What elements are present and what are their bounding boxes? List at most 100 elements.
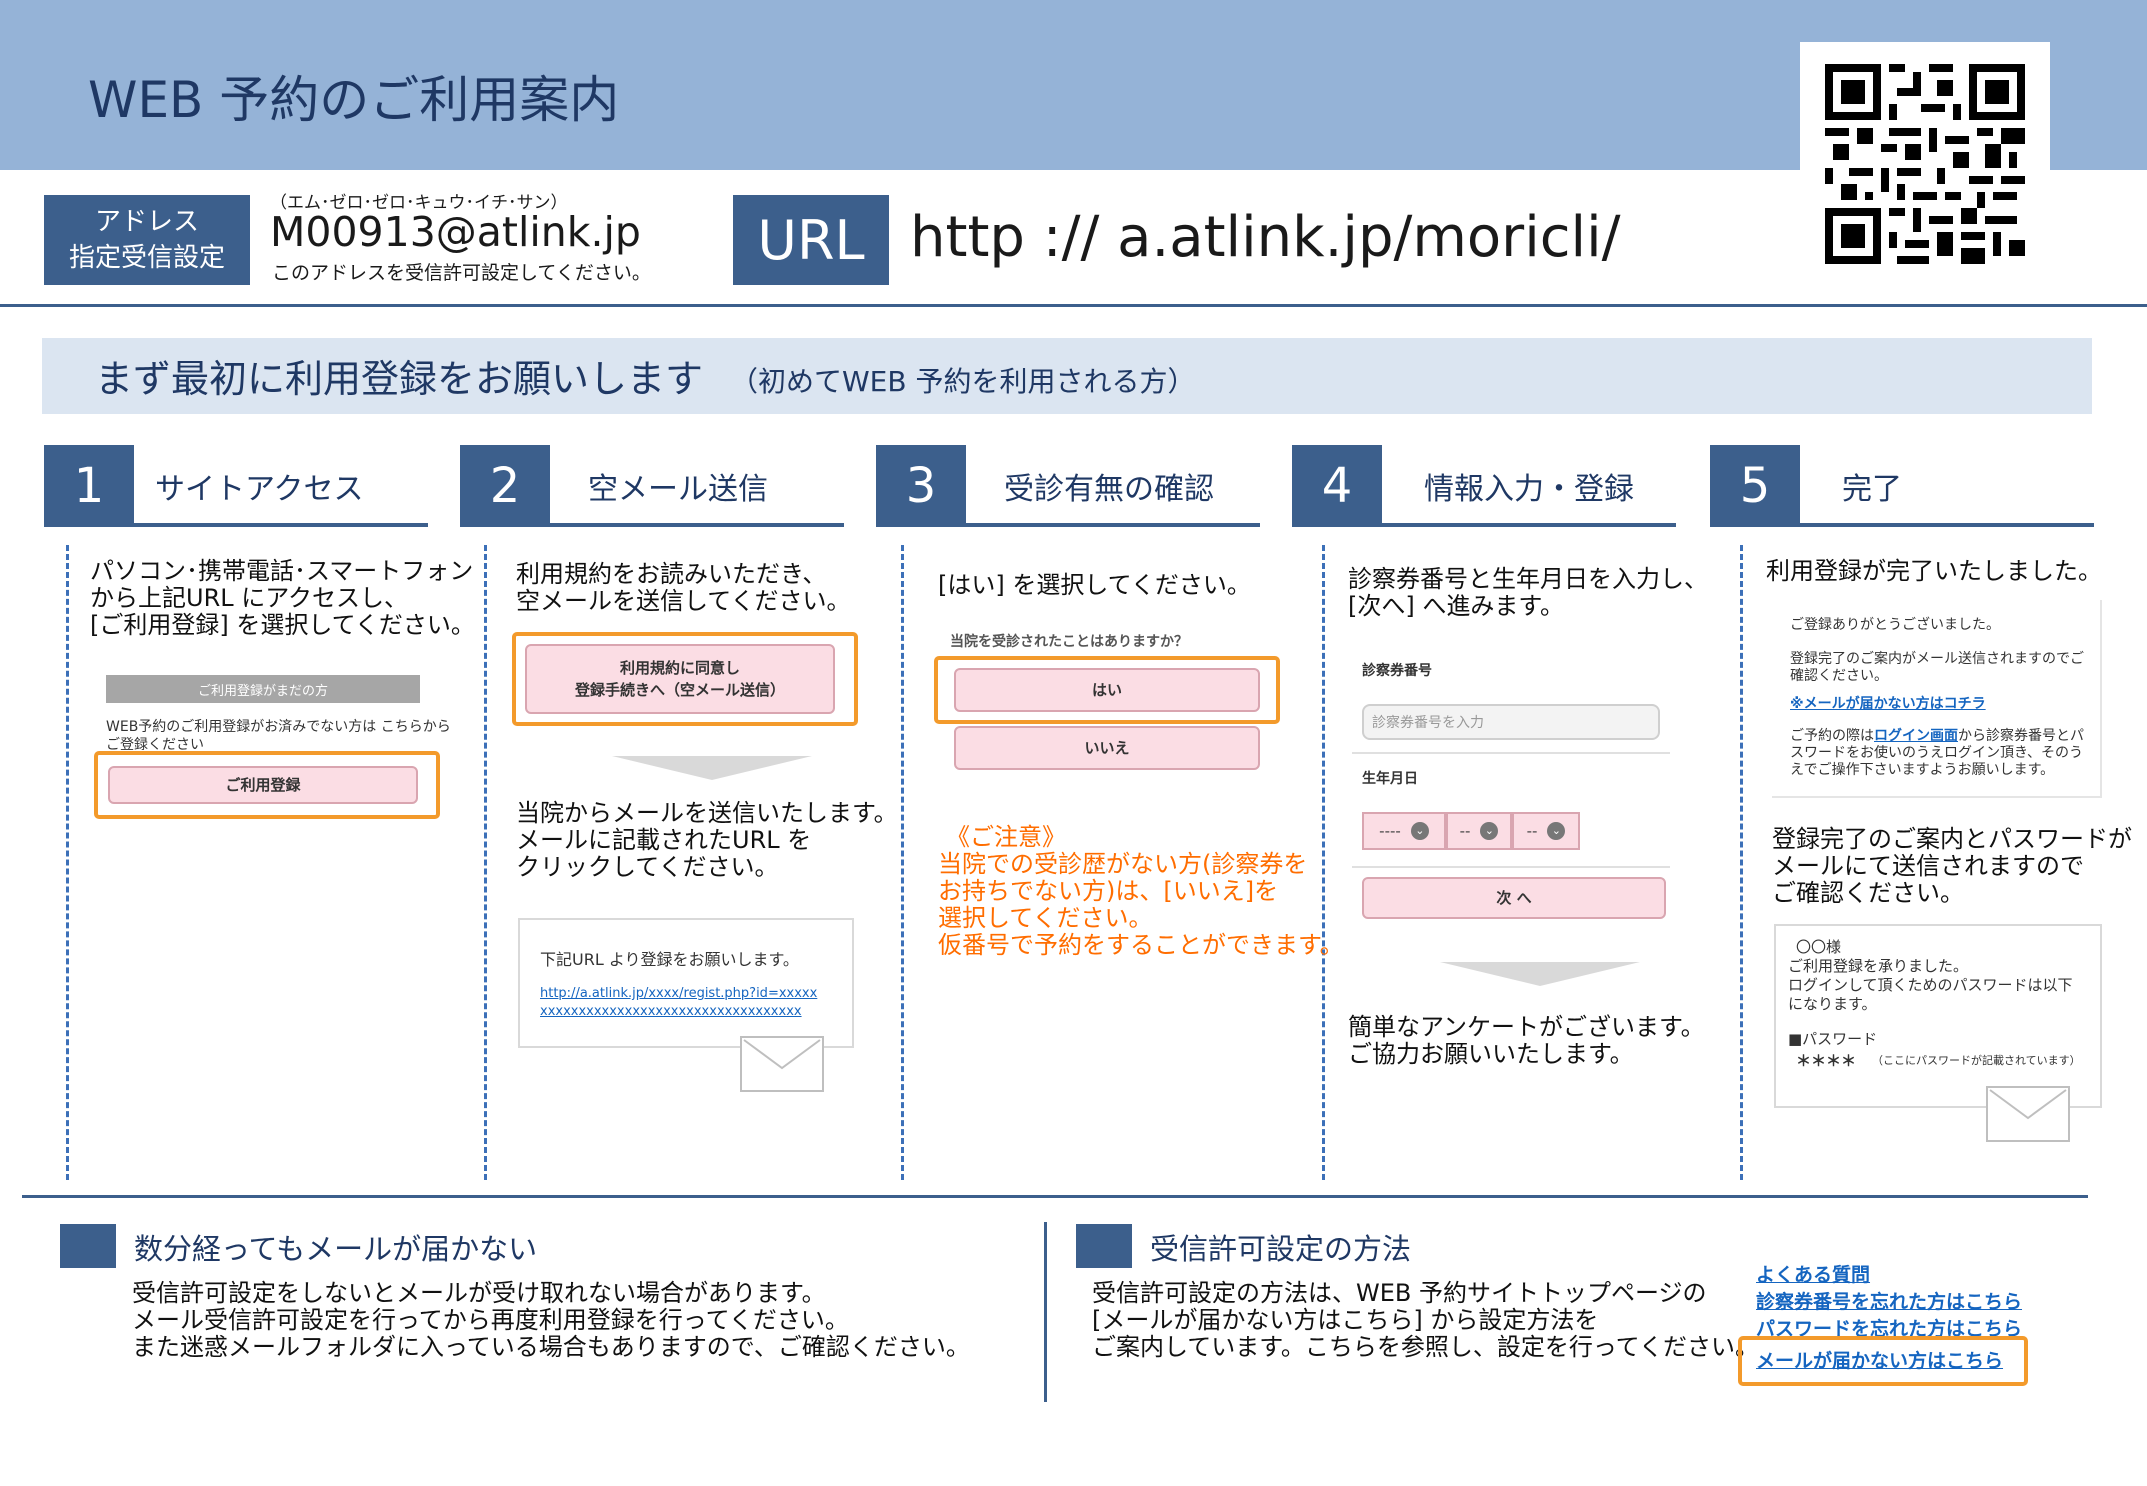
birth-year-value: ----	[1379, 822, 1401, 840]
step-5-text-line: ご確認ください。	[1772, 879, 1964, 907]
step-3-number: 3	[876, 445, 966, 527]
bottom-text-line: 受信許可設定の方法は、WEB 予約サイトトップページの	[1092, 1279, 1707, 1307]
bottom-divider	[1044, 1222, 1047, 1402]
birth-day-value: --	[1526, 822, 1538, 840]
mail-line: になります。	[1788, 995, 1877, 1013]
step-2-text-line: 当院からメールを送信いたします。	[516, 799, 898, 827]
step-1-text: パソコン･携帯電話･スマートフォン から上記URL にアクセスし、 [ご利用登録…	[90, 558, 475, 639]
step-4-number: 4	[1292, 445, 1382, 527]
step-2-title: 空メール送信	[588, 472, 768, 507]
caution-text: 当院での受診歴がない方(診察券を お持ちでない方)は、[いいえ]を 選択してくだ…	[938, 851, 1344, 959]
top-separator	[0, 304, 2147, 307]
step-divider	[484, 545, 487, 1180]
step-3-title: 受診有無の確認	[1004, 472, 1214, 507]
step-5-number: 5	[1710, 445, 1800, 527]
bottom-text-line: メール受信許可設定を行ってから再度利用登録を行ってください。	[132, 1306, 849, 1334]
card-number-label: 診察券番号	[1362, 663, 1432, 679]
yes-button[interactable]: はい	[954, 668, 1260, 712]
address-badge-line1: アドレス	[94, 207, 199, 237]
url-badge: URL	[733, 195, 889, 285]
caution-line: 仮番号で予約をすることができます。	[938, 931, 1344, 959]
birth-month-value: --	[1459, 822, 1471, 840]
birth-day-select[interactable]: -- ⌄	[1512, 812, 1580, 850]
step-1-text-line: パソコン･携帯電話･スマートフォン	[90, 557, 474, 585]
mock-register-text: WEB予約のご利用登録がお済みでない方は こちらから	[106, 719, 451, 735]
down-arrow-icon	[1440, 962, 1640, 986]
caution-line: 当院での受診歴がない方(診察券を	[938, 850, 1308, 878]
step-4-text: 診察券番号と生年月日を入力し、 [次へ] へ進みます。	[1348, 566, 1708, 620]
step-4-title: 情報入力・登録	[1424, 472, 1634, 507]
receive-permission-title: 受信許可設定の方法	[1150, 1232, 1412, 1266]
mail-text: 下記URL より登録をお願いします。	[540, 950, 799, 969]
mail-not-arriving-link[interactable]: メールが届かない方はこちら	[1756, 1346, 2003, 1373]
step-5-title: 完了	[1842, 472, 1902, 507]
address-badge: アドレス 指定受信設定	[44, 195, 250, 285]
no-button[interactable]: いいえ	[954, 726, 1260, 770]
mail-link[interactable]: http://a.atlink.jp/xxxx/regist.php?id=xx…	[540, 986, 817, 1001]
banner-sub-text: （初めてWEB 予約を利用される方）	[730, 365, 1196, 398]
password-mask: ＊＊＊＊	[1796, 1052, 1857, 1070]
step-divider	[1740, 545, 1743, 1180]
form-divider	[1352, 866, 1670, 868]
step-divider	[901, 545, 904, 1180]
step-4-text-line: ご協力お願いいたします。	[1348, 1040, 1634, 1068]
mail-not-arriving-text: 受信許可設定をしないとメールが受け取れない場合があります。 メール受信許可設定を…	[132, 1280, 970, 1361]
faq-link[interactable]: よくある質問	[1756, 1260, 1870, 1287]
step-2-underline	[550, 523, 844, 527]
step-1-title: サイトアクセス	[155, 472, 364, 507]
step-2-text-line: クリックしてください。	[516, 853, 779, 881]
banner-main-text: まず最初に利用登録をお願いします	[95, 357, 704, 401]
chevron-down-icon: ⌄	[1480, 822, 1499, 840]
card-line: えでご操作下さいますようお願いします。	[1790, 762, 2055, 778]
step-1-text-line: から上記URL にアクセスし、	[90, 584, 409, 612]
caution-line: お持ちでない方)は、[いいえ]を	[938, 877, 1279, 905]
visit-question: 当院を受診されたことはありますか？	[950, 634, 1188, 650]
step-1-number: 1	[44, 445, 134, 527]
mail-line: ご利用登録を承りました。	[1788, 957, 1969, 975]
mail-preview	[518, 918, 854, 1048]
step-5-text-line: 登録完了のご案内とパスワードが	[1772, 825, 2132, 853]
forgot-card-number-link[interactable]: 診察券番号を忘れた方はこちら	[1756, 1287, 2022, 1314]
step-4-underline	[1382, 523, 1676, 527]
birth-year-select[interactable]: ---- ⌄	[1362, 812, 1446, 850]
receive-permission-text: 受信許可設定の方法は、WEB 予約サイトトップページの [メールが届かない方はこ…	[1092, 1280, 1759, 1361]
next-button[interactable]: 次 へ	[1362, 877, 1666, 919]
mail-not-arrived-link[interactable]: ※メールが届かない方はコチラ	[1790, 693, 1986, 713]
card-number-input[interactable]: 診察券番号を入力	[1362, 704, 1660, 740]
step-5-text-line: メールにて送信されますので	[1772, 852, 2084, 880]
button-line: 利用規約に同意し	[619, 659, 740, 677]
step-1-text-line: [ご利用登録] を選択してください。	[90, 611, 475, 639]
qr-code-icon	[1800, 42, 2050, 282]
step-3-text: [はい] を選択してください。	[938, 571, 1251, 599]
birth-month-select[interactable]: -- ⌄	[1446, 812, 1512, 850]
step-divider	[66, 545, 69, 1180]
address-email: M00913@atlink.jp	[270, 208, 641, 256]
chevron-down-icon: ⌄	[1547, 822, 1566, 840]
step-5-underline	[1800, 523, 2094, 527]
mail-line: ログインして頂くためのパスワードは以下	[1788, 976, 2073, 994]
step-4-text-line: 簡単なアンケートがございます。	[1348, 1013, 1705, 1041]
step-5-text-2: 登録完了のご案内とパスワードが メールにて送信されますので ご確認ください。	[1772, 826, 2132, 907]
bottom-text-line: 受信許可設定をしないとメールが受け取れない場合があります。	[132, 1279, 826, 1307]
envelope-icon	[740, 1036, 824, 1092]
bottom-text-line: また迷惑メールフォルダに入っている場合もありますので、ご確認ください。	[132, 1333, 970, 1361]
step-2-text-line: 空メールを送信してください。	[516, 587, 851, 615]
url-text[interactable]: http :// a.atlink.jp/moricli/	[910, 205, 1621, 270]
agree-send-empty-mail-button[interactable]: 利用規約に同意し 登録手続きへ（空メール送信）	[525, 644, 835, 714]
section-badge	[60, 1224, 116, 1268]
step-5-text: 利用登録が完了いたしました。	[1766, 557, 2102, 585]
register-button[interactable]: ご利用登録	[108, 766, 418, 804]
card-line: ご登録ありがとうございました。	[1790, 617, 2000, 633]
step-2-text: 利用規約をお読みいただき、 空メールを送信してください。	[516, 561, 851, 615]
mail-link[interactable]: xxxxxxxxxxxxxxxxxxxxxxxxxxxxxxxxxx	[540, 1004, 802, 1019]
bottom-separator	[22, 1195, 2088, 1198]
card-line: 確認ください。	[1790, 668, 1888, 684]
envelope-icon	[1986, 1086, 2070, 1142]
step-2-text-2: 当院からメールを送信いたします。 メールに記載されたURL を クリックしてくだ…	[516, 800, 898, 881]
mail-not-arriving-title: 数分経ってもメールが届かない	[134, 1232, 538, 1266]
step-2-text-line: メールに記載されたURL を	[516, 826, 812, 854]
page-title: WEB 予約のご利用案内	[88, 71, 620, 129]
step-2-text-line: 利用規約をお読みいただき、	[516, 560, 827, 588]
mail-line: ■パスワード	[1788, 1030, 1878, 1048]
step-3-underline	[966, 523, 1260, 527]
